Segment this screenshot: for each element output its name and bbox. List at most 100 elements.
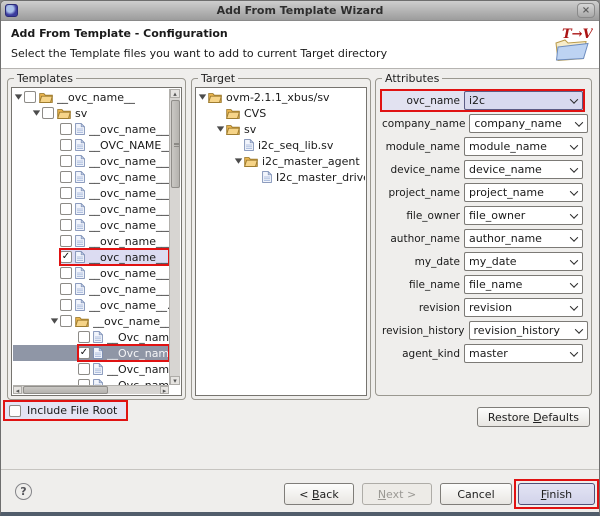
template-tree-row[interactable]: __OVC_NAME___env: [13, 137, 169, 153]
templates-tree[interactable]: __ovc_name__sv__ovc_name___bus___OVC_NAM…: [13, 89, 169, 385]
template-tree-row[interactable]: __ovc_name__: [13, 89, 169, 105]
chevron-down-icon[interactable]: [566, 282, 582, 288]
row-checkbox[interactable]: [60, 283, 72, 295]
row-checkbox[interactable]: [60, 171, 72, 183]
row-checkbox[interactable]: [60, 203, 72, 215]
chevron-down-icon[interactable]: [571, 328, 587, 334]
row-checkbox[interactable]: [24, 91, 36, 103]
row-checkbox[interactable]: [60, 123, 72, 135]
template-tree-row[interactable]: ✓__ovc_name___seq_: [13, 249, 169, 265]
attribute-combo-device_name[interactable]: device_name: [464, 160, 583, 179]
template-tree-row[interactable]: __ovc_name___sequ: [13, 217, 169, 233]
expander-icon[interactable]: [233, 157, 244, 165]
expander-icon[interactable]: [197, 93, 208, 101]
row-checkbox[interactable]: [78, 331, 90, 343]
finish-button[interactable]: Finish: [518, 483, 595, 505]
chevron-down-icon[interactable]: [566, 305, 582, 311]
row-checkbox[interactable]: [60, 235, 72, 247]
attribute-combo-module_name[interactable]: module_name: [464, 137, 583, 156]
template-tree-row[interactable]: __Ovc_name_____: [13, 377, 169, 385]
row-checkbox[interactable]: [60, 267, 72, 279]
chevron-down-icon[interactable]: [566, 190, 582, 196]
template-tree-row[interactable]: __ovc_name___env.: [13, 169, 169, 185]
template-tree-row[interactable]: __ovc_name____ag: [13, 313, 169, 329]
vertical-scrollbar[interactable]: ▴ ▾: [169, 89, 180, 385]
target-tree-row[interactable]: ovm-2.1.1_xbus/sv: [197, 89, 365, 105]
attribute-combo-revision[interactable]: revision: [464, 298, 583, 317]
template-tree-row[interactable]: __ovc_name___type: [13, 153, 169, 169]
template-tree-row[interactable]: sv: [13, 105, 169, 121]
attribute-combo-agent_kind[interactable]: master: [464, 344, 583, 363]
row-checkbox[interactable]: [60, 139, 72, 151]
row-checkbox[interactable]: ✓: [78, 347, 90, 359]
template-tree-row[interactable]: __Ovc_name_____: [13, 329, 169, 345]
attribute-combo-project_name[interactable]: project_name: [464, 183, 583, 202]
close-button[interactable]: ×: [577, 3, 595, 18]
back-button[interactable]: < Back: [284, 483, 354, 505]
expander-icon[interactable]: [215, 125, 226, 133]
horizontal-scroll-thumb[interactable]: [23, 386, 108, 394]
scroll-down-icon[interactable]: ▾: [170, 376, 180, 385]
attribute-combo-ovc_name[interactable]: i2c: [464, 91, 583, 110]
template-tree-row[interactable]: __ovc_name___inte: [13, 265, 169, 281]
chevron-down-icon[interactable]: [566, 98, 582, 104]
restore-defaults-button[interactable]: Restore Defaults: [477, 407, 590, 427]
include-file-root-checkbox[interactable]: [9, 405, 21, 417]
attribute-field-agent_kind: agent_kindmaster: [382, 344, 583, 363]
row-checkbox[interactable]: ✓: [60, 251, 72, 263]
target-tree[interactable]: ovm-2.1.1_xbus/svCVSsvi2c_seq_lib.svi2c_…: [197, 89, 365, 394]
chevron-down-icon[interactable]: [571, 121, 587, 127]
eclipse-icon: [5, 4, 18, 17]
template-tree-row[interactable]: ✓__Ovc_name_____: [13, 345, 169, 361]
attribute-combo-revision_history[interactable]: revision_history: [469, 321, 588, 340]
file-icon: [75, 299, 85, 311]
expander-icon[interactable]: [31, 109, 42, 117]
attribute-combo-file_owner[interactable]: file_owner: [464, 206, 583, 225]
tree-row-label: __ovc_name___sequ: [89, 219, 169, 232]
target-tree-row[interactable]: CVS: [197, 105, 365, 121]
attribute-combo-file_name[interactable]: file_name: [464, 275, 583, 294]
template-tree-row[interactable]: __ovc_name___tran: [13, 201, 169, 217]
horizontal-scrollbar[interactable]: ◂ ▸: [13, 385, 169, 394]
target-tree-row[interactable]: sv: [197, 121, 365, 137]
row-checkbox[interactable]: [60, 219, 72, 231]
row-checkbox[interactable]: [78, 363, 90, 375]
template-tree-row[interactable]: __ovc_name__.svh: [13, 297, 169, 313]
scroll-left-icon[interactable]: ◂: [13, 386, 22, 394]
template-tree-row[interactable]: __ovc_name___sequ: [13, 281, 169, 297]
target-tree-row[interactable]: I2c_master_driver.sv: [197, 169, 365, 185]
row-checkbox[interactable]: [60, 187, 72, 199]
chevron-down-icon[interactable]: [566, 259, 582, 265]
attribute-combo-author_name[interactable]: author_name: [464, 229, 583, 248]
template-tree-row-content: __ovc_name___env.: [60, 169, 169, 185]
target-tree-row[interactable]: i2c_seq_lib.sv: [197, 137, 365, 153]
tree-row-label: __Ovc_name_____: [107, 331, 169, 344]
chevron-down-icon[interactable]: [566, 213, 582, 219]
vertical-scroll-thumb[interactable]: [171, 100, 180, 188]
row-checkbox[interactable]: [42, 107, 54, 119]
title-bar[interactable]: Add From Template Wizard ×: [1, 1, 599, 21]
scroll-up-icon[interactable]: ▴: [170, 89, 180, 98]
row-checkbox[interactable]: [60, 155, 72, 167]
scroll-right-icon[interactable]: ▸: [160, 386, 169, 394]
row-checkbox[interactable]: [60, 299, 72, 311]
expander-icon[interactable]: [49, 317, 60, 325]
template-tree-row[interactable]: __ovc_name___inte: [13, 233, 169, 249]
attribute-combo-my_date[interactable]: my_date: [464, 252, 583, 271]
attribute-combo-company_name[interactable]: company_name: [469, 114, 588, 133]
expander-icon[interactable]: [13, 93, 24, 101]
template-tree-row[interactable]: __Ovc_name_____: [13, 361, 169, 377]
chevron-down-icon[interactable]: [566, 167, 582, 173]
chevron-down-icon[interactable]: [566, 351, 582, 357]
chevron-down-icon[interactable]: [566, 144, 582, 150]
row-checkbox[interactable]: [60, 315, 72, 327]
cancel-button[interactable]: Cancel: [440, 483, 512, 505]
chevron-down-icon[interactable]: [566, 236, 582, 242]
template-tree-row[interactable]: __ovc_name___bus_: [13, 121, 169, 137]
finish-annotation: Finish: [514, 479, 599, 509]
template-tree-row[interactable]: __ovc_name___bus_: [13, 185, 169, 201]
help-icon[interactable]: ?: [15, 483, 32, 500]
template-tree-row-content: __ovc_name___inte: [60, 233, 169, 249]
target-tree-row[interactable]: i2c_master_agent: [197, 153, 365, 169]
template-tree-row-content: __ovc_name___sequ: [60, 281, 169, 297]
